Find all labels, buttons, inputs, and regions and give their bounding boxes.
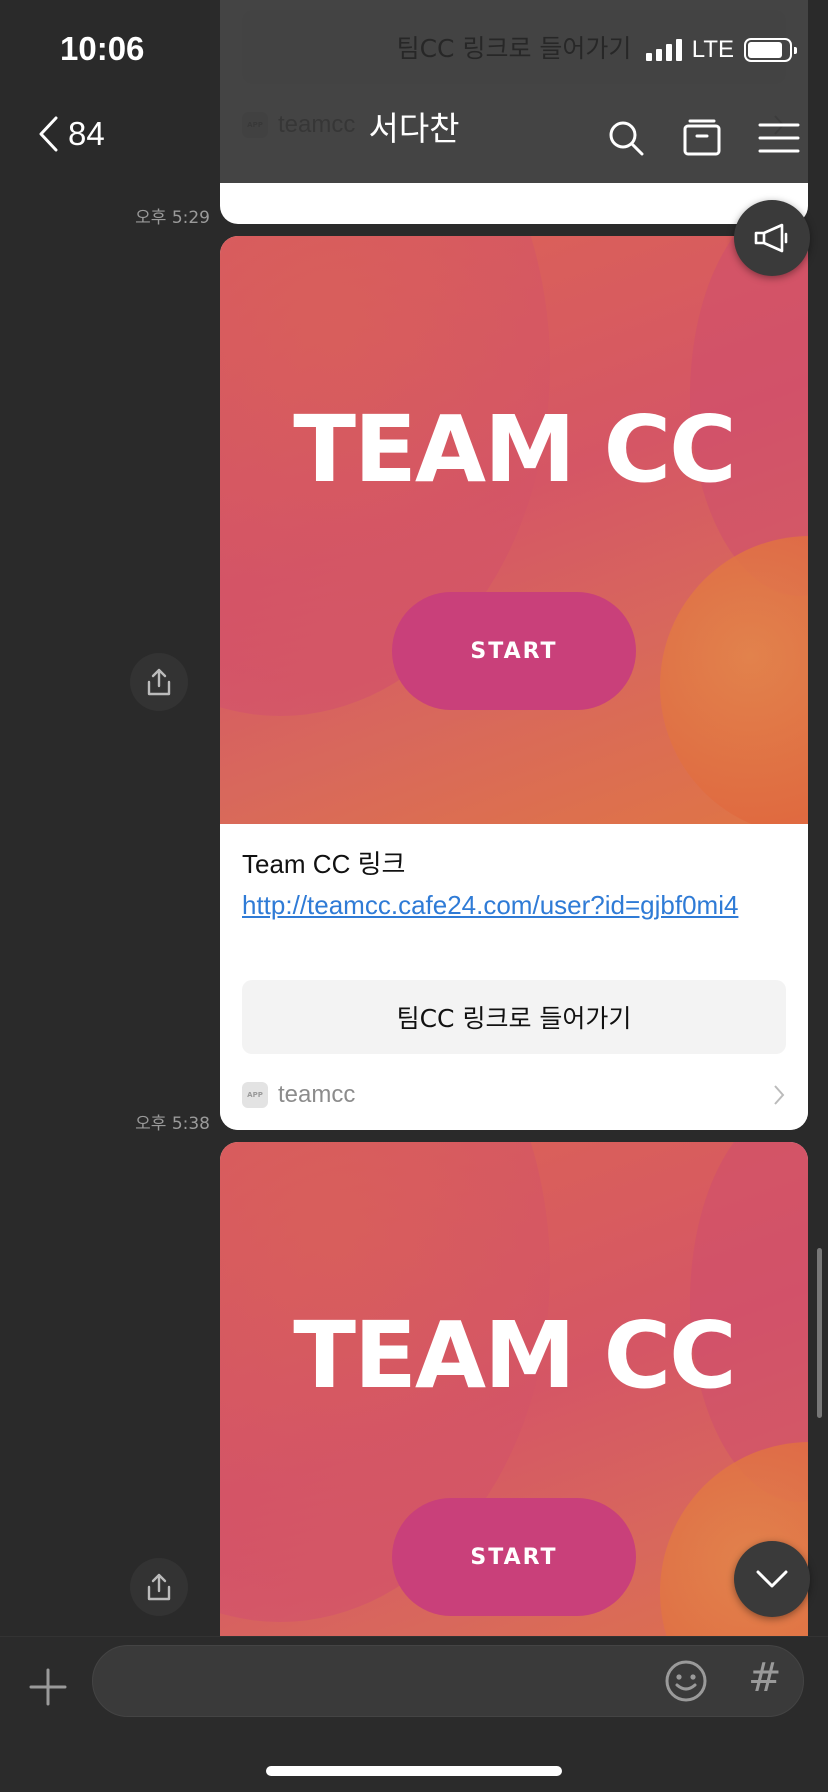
header-actions <box>606 118 800 158</box>
status-time: 10:06 <box>60 30 145 67</box>
plus-icon <box>29 1668 67 1706</box>
status-indicators: LTE <box>645 36 797 64</box>
share-icon <box>147 668 171 696</box>
hashtag-button[interactable]: # <box>748 1655 782 1701</box>
card-footer[interactable]: APP teamcc <box>242 1080 786 1110</box>
emoji-icon[interactable] <box>664 1659 708 1703</box>
card-image[interactable]: TEAM CC START <box>220 1142 808 1636</box>
chevron-down-icon <box>756 1570 788 1588</box>
signal-icon <box>645 39 682 61</box>
attach-button[interactable] <box>26 1665 70 1709</box>
megaphone-icon <box>754 223 788 253</box>
archive-icon[interactable] <box>682 118 722 158</box>
card-image[interactable]: TEAM CC START <box>220 236 808 824</box>
share-button[interactable] <box>130 653 188 711</box>
share-button[interactable] <box>130 1558 188 1616</box>
scroll-down-button[interactable] <box>734 1541 810 1617</box>
message-timestamp: 오후 5:29 <box>135 208 210 228</box>
notice-button[interactable] <box>734 200 810 276</box>
card-art-start-button: START <box>392 592 636 710</box>
card-source: teamcc <box>278 1081 356 1108</box>
message-timestamp: 오후 5:38 <box>135 1114 210 1134</box>
card-heading: Team CC 링크 <box>242 849 406 879</box>
search-icon[interactable] <box>606 118 646 158</box>
card-body: Team CC 링크 http://teamcc.cafe24.com/user… <box>220 824 808 1130</box>
scrollbar[interactable] <box>817 1248 822 1418</box>
message-card[interactable]: TEAM CC START Team CC 링크 http://teamcc.c… <box>220 236 808 1130</box>
share-icon <box>147 1573 171 1601</box>
chevron-right-icon <box>774 1085 785 1105</box>
network-label: LTE <box>691 36 734 63</box>
card-action-button[interactable]: 팀CC 링크로 들어가기 <box>242 980 786 1054</box>
card-link[interactable]: http://teamcc.cafe24.com/user?id=gjbf0mi… <box>242 888 790 922</box>
chat-area[interactable]: http://teamcc.cafe24.com/user?id=gjbf0mi… <box>0 0 828 1636</box>
app-badge-icon: APP <box>242 1082 268 1108</box>
message-card[interactable]: TEAM CC START <box>220 1142 808 1636</box>
battery-icon <box>744 38 797 62</box>
home-indicator <box>266 1766 562 1776</box>
menu-icon[interactable] <box>758 121 800 155</box>
card-art-start-button: START <box>392 1498 636 1616</box>
card-art-title: TEAM CC <box>293 1302 736 1409</box>
card-art-title: TEAM CC <box>293 396 736 503</box>
top-bar: 10:06 LTE 84 서다찬 <box>0 0 828 183</box>
